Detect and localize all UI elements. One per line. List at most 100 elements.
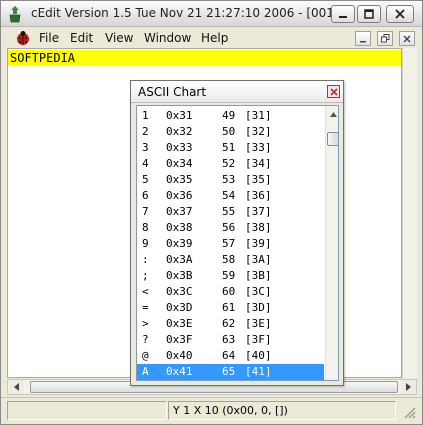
ladybug-icon[interactable] — [15, 30, 31, 46]
scroll-left-button[interactable] — [9, 380, 24, 394]
ascii-row[interactable]: 7 0x37 55 [37] — [137, 204, 324, 220]
ascii-dec: 65 — [222, 365, 236, 378]
ascii-bracket: [3C] — [245, 285, 272, 298]
ascii-char: 9 — [142, 237, 149, 250]
close-icon — [403, 35, 411, 42]
menu-file[interactable]: File — [39, 31, 59, 45]
ascii-char: 7 — [142, 205, 149, 218]
ascii-row[interactable]: 1 0x31 49 [31] — [137, 108, 324, 124]
ascii-char: : — [142, 253, 149, 266]
ascii-row[interactable]: 6 0x36 54 [36] — [137, 188, 324, 204]
ascii-bracket: [33] — [245, 141, 272, 154]
ascii-row[interactable]: : 0x3A 58 [3A] — [137, 252, 324, 268]
ascii-row[interactable]: >0x3E 62 [3E] — [137, 316, 324, 332]
ascii-hex: 0x38 — [166, 221, 193, 234]
ascii-dec: 50 — [222, 125, 236, 138]
ascii-hex: 0x3F — [166, 333, 193, 346]
ascii-row[interactable]: 2 0x32 50 [32] — [137, 124, 324, 140]
ascii-dec: 62 — [222, 317, 236, 330]
ascii-row[interactable]: = 0x3D 61 [3D] — [137, 300, 324, 316]
ascii-row[interactable]: 9 0x39 57 [39] — [137, 236, 324, 252]
ascii-hex: 0x31 — [166, 109, 193, 122]
editor-vertical-scrollbar[interactable] — [402, 48, 417, 378]
ascii-hex: 0x32 — [166, 125, 193, 138]
ascii-dec: 64 — [222, 349, 236, 362]
ascii-bracket: [34] — [245, 157, 272, 170]
ascii-chart-title-bar[interactable]: ASCII Chart — [131, 81, 343, 103]
status-cell-1 — [7, 401, 167, 420]
ascii-dec: 61 — [222, 301, 236, 314]
maximize-button[interactable] — [357, 5, 381, 23]
menu-help[interactable]: Help — [201, 31, 228, 45]
ascii-hex: 0x3A — [166, 253, 193, 266]
ascii-hex: 0x33 — [166, 141, 193, 154]
close-icon — [329, 87, 338, 96]
ascii-bracket: [31] — [245, 109, 272, 122]
status-cell-position: Y 1 X 10 (0x00, 0, []) — [168, 401, 396, 420]
scroll-right-button[interactable] — [401, 380, 416, 394]
ascii-bracket: [35] — [245, 173, 272, 186]
scroll-up-button[interactable] — [327, 108, 338, 120]
ascii-bracket: [3E] — [245, 317, 272, 330]
ascii-chart-title: ASCII Chart — [138, 85, 207, 99]
ascii-hex: 0x3D — [166, 301, 193, 314]
document-close-button[interactable] — [399, 31, 415, 46]
ascii-char: ? — [142, 333, 149, 346]
ascii-row[interactable]: 5 0x35 53 [35] — [137, 172, 324, 188]
ascii-char: ; — [142, 269, 149, 282]
resize-grip-icon[interactable] — [402, 405, 416, 419]
ascii-row[interactable]: 3 0x33 51 [33] — [137, 140, 324, 156]
ascii-row[interactable]: ? 0x3F 63 [3F] — [137, 332, 324, 348]
ascii-chart-list[interactable]: 1 0x31 49 [31] 2 0x32 50 [32] 3 0x33 51 [33] 4 0x34 52… — [136, 105, 339, 381]
ascii-row[interactable]: @0x40 64 [40] — [137, 348, 324, 364]
ascii-char: 8 — [142, 221, 149, 234]
menu-window[interactable]: Window — [144, 31, 191, 45]
title-bar[interactable]: cEdit Version 1.5 Tue Nov 21 21:27:10 20… — [1, 1, 422, 27]
ascii-hex: 0x37 — [166, 205, 193, 218]
ascii-bracket: [32] — [245, 125, 272, 138]
ascii-bracket: [3F] — [245, 333, 272, 346]
ascii-char: < — [142, 285, 149, 298]
ascii-char: 2 — [142, 125, 149, 138]
menu-edit[interactable]: Edit — [70, 31, 93, 45]
ascii-dec: 55 — [222, 205, 236, 218]
ascii-dec: 63 — [222, 333, 236, 346]
ascii-scroll-thumb[interactable] — [327, 132, 338, 146]
ascii-hex: 0x34 — [166, 157, 193, 170]
ascii-chart-vertical-scrollbar[interactable] — [325, 106, 338, 380]
ascii-dec: 59 — [222, 269, 236, 282]
ascii-hex: 0x39 — [166, 237, 193, 250]
ascii-row[interactable]: A 0x41 65 [41] — [137, 364, 324, 380]
editor-line: SOFTPEDIA — [10, 51, 76, 65]
ascii-row[interactable]: <0x3C 60 [3C] — [137, 284, 324, 300]
minimize-button[interactable] — [331, 5, 355, 23]
ascii-char: 5 — [142, 173, 149, 186]
current-line-highlight: SOFTPEDIA — [8, 50, 401, 66]
arrow-left-icon — [13, 383, 19, 391]
ascii-row[interactable]: 4 0x34 52 [34] — [137, 156, 324, 172]
ascii-row[interactable]: ; 0x3B 59 [3B] — [137, 268, 324, 284]
ascii-bracket: [3D] — [245, 301, 272, 314]
menu-view[interactable]: View — [105, 31, 133, 45]
close-button[interactable] — [386, 5, 414, 23]
ascii-char: 6 — [142, 189, 149, 202]
document-restore-button[interactable] — [377, 31, 393, 46]
cursor-position-text: Y 1 X 10 (0x00, 0, []) — [173, 404, 288, 417]
ascii-char: A — [142, 365, 149, 378]
ascii-dec: 56 — [222, 221, 236, 234]
main-window: cEdit Version 1.5 Tue Nov 21 21:27:10 20… — [0, 0, 423, 425]
ascii-chart-close-button[interactable] — [327, 85, 340, 98]
ascii-chart-window: ASCII Chart 1 0x31 49 [31] 2 0x32 50 [32] 3 0x33 5… — [130, 80, 344, 386]
arrow-up-icon — [329, 111, 337, 117]
ascii-row[interactable]: 8 0x38 56 [38] — [137, 220, 324, 236]
ascii-char: = — [142, 301, 149, 314]
ascii-char: 1 — [142, 109, 149, 122]
document-minimize-button[interactable] — [355, 31, 371, 46]
ascii-dec: 57 — [222, 237, 236, 250]
maximize-icon — [364, 9, 374, 19]
ascii-bracket: [38] — [245, 221, 272, 234]
ascii-dec: 58 — [222, 253, 236, 266]
ascii-bracket: [41] — [245, 365, 272, 378]
ascii-dec: 54 — [222, 189, 236, 202]
ascii-hex: 0x41 — [166, 365, 193, 378]
